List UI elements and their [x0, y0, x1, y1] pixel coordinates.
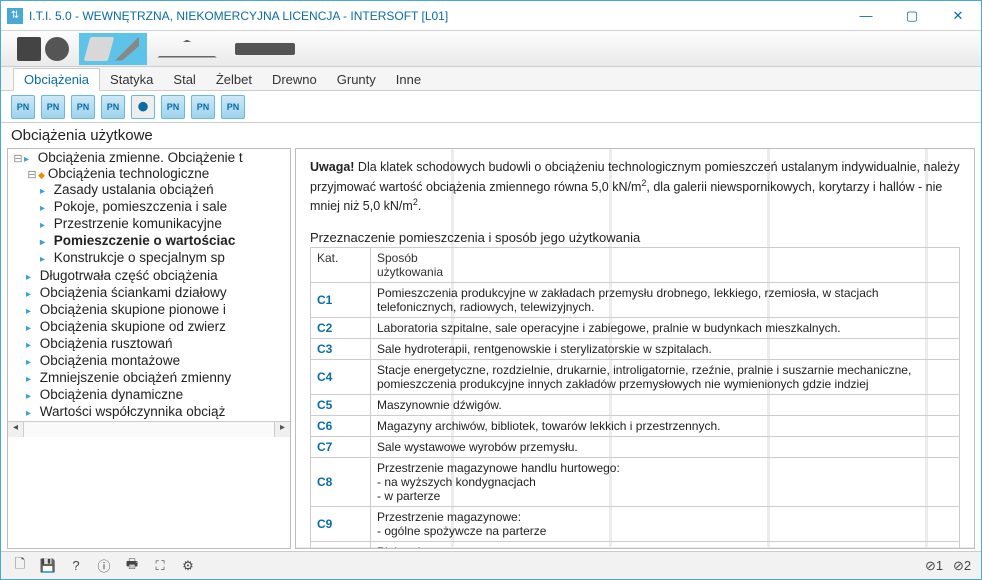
table-title: Przeznaczenie pomieszczenia i sposób jeg…: [310, 230, 960, 245]
table-header-kat: Kat.: [311, 247, 371, 282]
table-row: C1Pomieszczenia produkcyjne w zakładach …: [311, 282, 960, 317]
table-cell-text: Piekarnie: -pomieszczenia produkcyjne i …: [371, 541, 960, 549]
toolbar-group-truss[interactable]: [149, 33, 225, 65]
title-bar: ⇅ I.T.I. 5.0 - WEWNĘTRZNA, NIEKOMERCYJNA…: [1, 1, 981, 31]
table-cell-text: Sale wystawowe wyrobów przemysłu.: [371, 436, 960, 457]
tab-statyka[interactable]: Statyka: [100, 69, 163, 90]
tree-item[interactable]: ▸ Długotrwała część obciążenia: [26, 267, 290, 284]
pn-icon-8[interactable]: PN: [221, 95, 245, 119]
tree-item[interactable]: ▸ Pomieszczenie o wartościac: [40, 232, 290, 249]
table-cell-text: Maszynownie dźwigów.: [371, 394, 960, 415]
table-header-sposob: Sposób użytkowania: [371, 247, 960, 282]
pn-icon-3[interactable]: PN: [71, 95, 95, 119]
main-toolbar: [1, 31, 981, 67]
app-icon: ⇅: [7, 8, 23, 24]
table-cell-text: Stacje energetyczne, rozdzielnie, drukar…: [371, 359, 960, 394]
tree-item[interactable]: ▸ Obciążenia dynamiczne: [26, 386, 290, 403]
pn-icon-5[interactable]: ⬤: [131, 95, 155, 119]
tree-item[interactable]: ▸ Zasady ustalania obciążeń: [40, 181, 290, 198]
usage-table: Kat. Sposób użytkowania C1Pomieszczenia …: [310, 247, 960, 549]
tree-root[interactable]: ⊟▸ Obciążenia zmienne. Obciążenie t ⊟Obc…: [12, 149, 290, 421]
tab-grunty[interactable]: Grunty: [327, 69, 386, 90]
tree-item[interactable]: ▸ Obciążenia skupione od zwierz: [26, 318, 290, 335]
tab-żelbet[interactable]: Żelbet: [206, 69, 262, 90]
tab-stal[interactable]: Stal: [163, 69, 205, 90]
tab-obciążenia[interactable]: Obciążenia: [13, 68, 100, 91]
gauge-icon: [45, 37, 69, 61]
fullscreen-icon[interactable]: ⛶: [151, 557, 169, 575]
wrench-icon: [235, 43, 295, 55]
menu-bar: ObciążeniaStatykaStalŻelbetDrewnoGruntyI…: [1, 67, 981, 91]
disk-icon[interactable]: 💾: [39, 557, 57, 575]
table-cell-kat: C1: [311, 282, 371, 317]
print-icon[interactable]: 🖶: [123, 557, 141, 575]
tree-item[interactable]: ▸ Obciążenia ściankami działowy: [26, 284, 290, 301]
table-cell-kat: C4: [311, 359, 371, 394]
tree-horizontal-scrollbar[interactable]: ◂▸: [8, 421, 290, 437]
save-icon[interactable]: 🗋: [11, 557, 29, 575]
navigation-tree[interactable]: ⊟▸ Obciążenia zmienne. Obciążenie t ⊟Obc…: [7, 148, 291, 549]
tree-item[interactable]: ▸ Obciążenia montażowe: [26, 352, 290, 369]
tree-item[interactable]: ▸ Zmniejszenie obciążeń zmienny: [26, 369, 290, 386]
minimize-button[interactable]: —: [843, 1, 889, 31]
brick-icon: [84, 37, 114, 61]
toolbar-group-loads[interactable]: [79, 33, 147, 65]
tab-drewno[interactable]: Drewno: [262, 69, 327, 90]
tree-item[interactable]: ▸ Wartości współczynnika obciąż: [26, 403, 290, 420]
section-title: Obciążenia użytkowe: [1, 123, 981, 146]
table-cell-text: Przestrzenie magazynowe: - ogólne spożyw…: [371, 506, 960, 541]
status-indicator-1: ⊘1: [925, 557, 943, 575]
pn-icon-4[interactable]: PN: [101, 95, 125, 119]
table-row: C8Przestrzenie magazynowe handlu hurtowe…: [311, 457, 960, 506]
table-cell-kat: C3: [311, 338, 371, 359]
pn-icon-1[interactable]: PN: [11, 95, 35, 119]
pn-icon-6[interactable]: PN: [161, 95, 185, 119]
table-row: C2Laboratoria szpitalne, sale operacyjne…: [311, 317, 960, 338]
close-button[interactable]: ✕: [935, 1, 981, 31]
tree-item[interactable]: ▸ Obciążenia skupione pionowe i: [26, 301, 290, 318]
tab-inne[interactable]: Inne: [386, 69, 431, 90]
toolbar-group-1[interactable]: [9, 33, 77, 65]
help-icon[interactable]: ?: [67, 557, 85, 575]
table-cell-kat: C5: [311, 394, 371, 415]
sub-toolbar: PN PN PN PN ⬤ PN PN PN: [1, 91, 981, 123]
table-cell-text: Laboratoria szpitalne, sale operacyjne i…: [371, 317, 960, 338]
truss-icon: [157, 40, 217, 58]
table-cell-text: Przestrzenie magazynowe handlu hurtowego…: [371, 457, 960, 506]
table-row: C7Sale wystawowe wyrobów przemysłu.: [311, 436, 960, 457]
tree-item[interactable]: ▸ Konstrukcje o specjalnym sp: [40, 249, 290, 266]
calculator-icon: [17, 37, 41, 61]
toolbar-group-wrench[interactable]: [227, 33, 303, 65]
pn-icon-7[interactable]: PN: [191, 95, 215, 119]
tree-item[interactable]: ▸ Obciążenia rusztowań: [26, 335, 290, 352]
table-cell-kat: C6: [311, 415, 371, 436]
table-row: C4Stacje energetyczne, rozdzielnie, druk…: [311, 359, 960, 394]
status-indicator-2: ⊘2: [953, 557, 971, 575]
table-row: C9Przestrzenie magazynowe: - ogólne spoż…: [311, 506, 960, 541]
table-cell-kat: C10: [311, 541, 371, 549]
table-row: C6Magazyny archiwów, bibliotek, towarów …: [311, 415, 960, 436]
maximize-button[interactable]: ▢: [889, 1, 935, 31]
window-title: I.T.I. 5.0 - WEWNĘTRZNA, NIEKOMERCYJNA L…: [29, 9, 843, 23]
table-cell-kat: C9: [311, 506, 371, 541]
tree-item[interactable]: ▸ Pokoje, pomieszczenia i sale: [40, 198, 290, 215]
table-cell-text: Sale hydroterapii, rentgenowskie i stery…: [371, 338, 960, 359]
table-cell-kat: C2: [311, 317, 371, 338]
table-cell-text: Pomieszczenia produkcyjne w zakładach pr…: [371, 282, 960, 317]
trowel-icon: [115, 37, 139, 61]
table-row: C10Piekarnie: -pomieszczenia produkcyjne…: [311, 541, 960, 549]
content-panel[interactable]: Uwaga! Dla klatek schodowych budowli o o…: [295, 148, 975, 549]
status-bar: 🗋 💾 ? ⓘ 🖶 ⛶ ⚙ ⊘1 ⊘2: [1, 551, 981, 579]
table-row: C5Maszynownie dźwigów.: [311, 394, 960, 415]
table-cell-text: Magazyny archiwów, bibliotek, towarów le…: [371, 415, 960, 436]
table-cell-kat: C8: [311, 457, 371, 506]
table-row: C3Sale hydroterapii, rentgenowskie i ste…: [311, 338, 960, 359]
info-icon[interactable]: ⓘ: [95, 557, 113, 575]
pn-icon-2[interactable]: PN: [41, 95, 65, 119]
settings-icon[interactable]: ⚙: [179, 557, 197, 575]
tree-item[interactable]: ▸ Przestrzenie komunikacyjne: [40, 215, 290, 232]
table-cell-kat: C7: [311, 436, 371, 457]
warning-note: Uwaga! Dla klatek schodowych budowli o o…: [310, 159, 960, 216]
tree-group[interactable]: ⊟Obciążenia technologiczne ▸ Zasady usta…: [26, 165, 290, 267]
